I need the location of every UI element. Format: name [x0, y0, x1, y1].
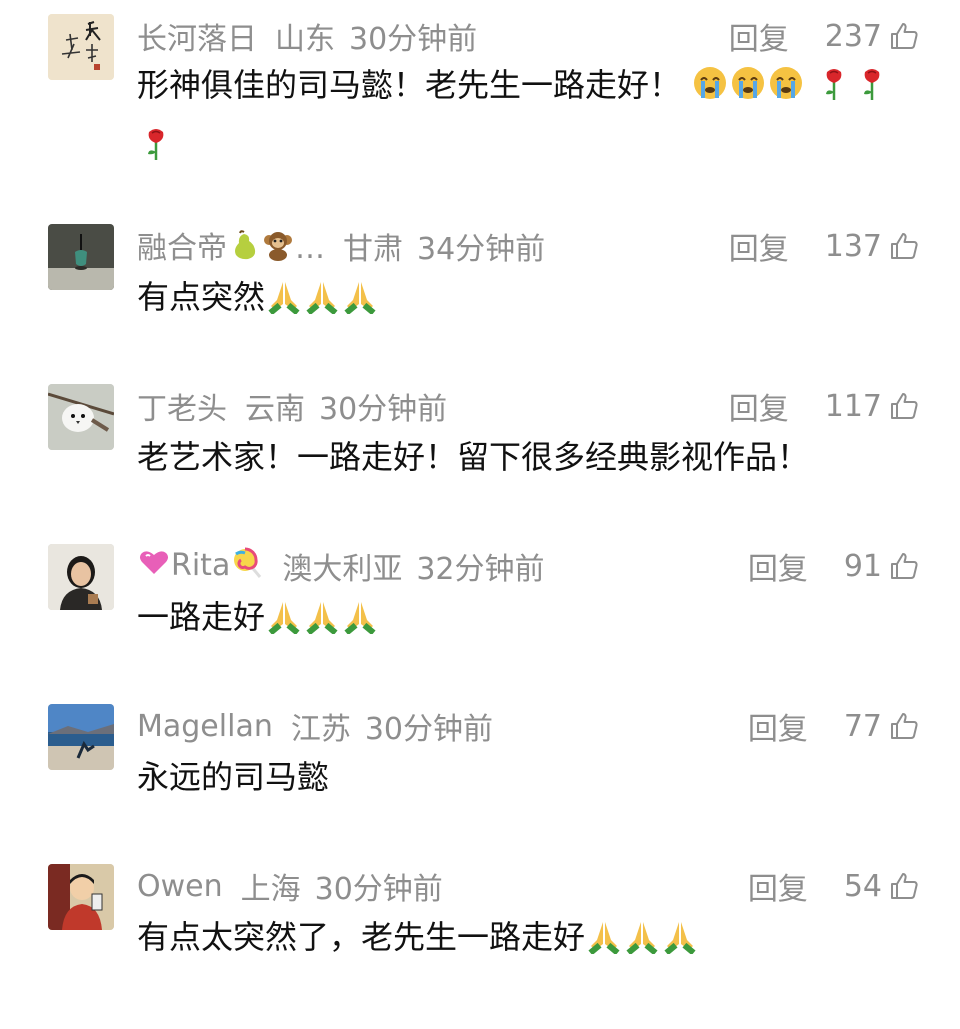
- comment-meta: Rita 澳大利亚 32分钟前 回复 91: [137, 544, 920, 588]
- comment-text: 有点突然: [137, 270, 924, 330]
- folded-hands-icon: [623, 916, 661, 970]
- username-text: 融合帝: [137, 230, 227, 266]
- comment-meta: 丁老头 云南 30分钟前 回复 117: [137, 384, 920, 428]
- rose-icon: [815, 64, 853, 118]
- comment-meta: 长河落日 山东 30分钟前 回复 237: [137, 14, 920, 58]
- reply-button[interactable]: 回复: [729, 224, 789, 268]
- comment-text: 一路走好: [137, 590, 924, 650]
- comment-text: 形神俱佳的司马懿！老先生一路走好！: [137, 58, 924, 178]
- heart-icon: [137, 545, 171, 587]
- comment-meta: 融合帝 … 甘肃 34分钟前 回复 137: [137, 224, 920, 268]
- like-count: 137: [824, 228, 882, 264]
- comment-body: 有点太突然了，老先生一路走好: [137, 918, 586, 956]
- avatar[interactable]: [48, 384, 114, 450]
- avatar[interactable]: [48, 224, 114, 290]
- like-count: 91: [843, 548, 882, 584]
- timestamp: 30分钟前: [364, 712, 494, 747]
- comment-text: 老艺术家！一路走好！留下很多经典影视作品！: [137, 430, 924, 484]
- crying-face-icon: [691, 64, 729, 118]
- reply-button[interactable]: 回复: [748, 704, 808, 748]
- location: 澳大利亚: [282, 552, 403, 587]
- avatar[interactable]: [48, 864, 114, 930]
- folded-hands-icon: [661, 916, 699, 970]
- thumbs-up-icon[interactable]: [888, 20, 920, 52]
- username[interactable]: Rita: [137, 545, 264, 587]
- folded-hands-icon: [341, 596, 379, 650]
- folded-hands-icon: [265, 596, 303, 650]
- location: 云南: [245, 392, 305, 427]
- lollipop-icon: [230, 545, 264, 587]
- like-count: 117: [824, 388, 882, 424]
- timestamp: 30分钟前: [349, 22, 478, 57]
- username[interactable]: Magellan: [137, 709, 273, 744]
- location: 甘肃: [343, 232, 403, 267]
- avatar[interactable]: [48, 14, 114, 80]
- monkey-icon: [261, 228, 295, 270]
- location: 江苏: [290, 712, 351, 747]
- avatar[interactable]: [48, 544, 114, 610]
- thumbs-up-icon[interactable]: [888, 230, 920, 262]
- thumbs-up-icon[interactable]: [888, 710, 920, 742]
- thumbs-up-icon[interactable]: [888, 550, 920, 582]
- username-ellipsis: …: [295, 230, 325, 266]
- reply-button[interactable]: 回复: [748, 864, 808, 908]
- comment-text: 有点太突然了，老先生一路走好: [137, 910, 924, 970]
- comment-text: 永远的司马懿: [137, 750, 924, 804]
- comment-meta: Magellan 江苏 30分钟前 回复 77: [137, 704, 920, 748]
- folded-hands-icon: [341, 276, 379, 330]
- folded-hands-icon: [585, 916, 623, 970]
- timestamp: 30分钟前: [314, 872, 443, 907]
- location: 山东: [275, 22, 335, 57]
- pear-icon: [227, 228, 261, 270]
- comment-body: 永远的司马懿: [137, 758, 330, 796]
- crying-face-icon: [767, 64, 805, 118]
- username-text: Rita: [171, 548, 231, 583]
- folded-hands-icon: [265, 276, 303, 330]
- comment-body: 老艺术家！一路走好！留下很多经典影视作品！: [137, 438, 810, 476]
- username[interactable]: 融合帝 …: [137, 223, 325, 270]
- username[interactable]: 长河落日: [137, 14, 257, 58]
- comment-body: 一路走好: [137, 598, 266, 636]
- thumbs-up-icon[interactable]: [888, 390, 920, 422]
- location: 上海: [240, 872, 301, 907]
- crying-face-icon: [729, 64, 767, 118]
- folded-hands-icon: [303, 596, 341, 650]
- folded-hands-icon: [303, 276, 341, 330]
- username[interactable]: 丁老头: [137, 384, 227, 428]
- like-count: 77: [843, 708, 882, 744]
- thumbs-up-icon[interactable]: [888, 870, 920, 902]
- comment-body: 有点突然: [137, 278, 266, 316]
- like-count: 237: [824, 18, 882, 54]
- reply-button[interactable]: 回复: [729, 384, 789, 428]
- username[interactable]: Owen: [137, 869, 223, 904]
- comment-body: 形神俱佳的司马懿！老先生一路走好！: [137, 66, 682, 104]
- rose-icon: [137, 124, 175, 178]
- timestamp: 30分钟前: [319, 392, 448, 427]
- comment-meta: Owen 上海 30分钟前 回复 54: [137, 864, 920, 908]
- rose-icon: [853, 64, 891, 118]
- reply-button[interactable]: 回复: [748, 544, 808, 588]
- reply-button[interactable]: 回复: [729, 14, 789, 58]
- timestamp: 34分钟前: [417, 232, 546, 267]
- timestamp: 32分钟前: [416, 552, 545, 587]
- avatar[interactable]: [48, 704, 114, 770]
- like-count: 54: [843, 868, 882, 904]
